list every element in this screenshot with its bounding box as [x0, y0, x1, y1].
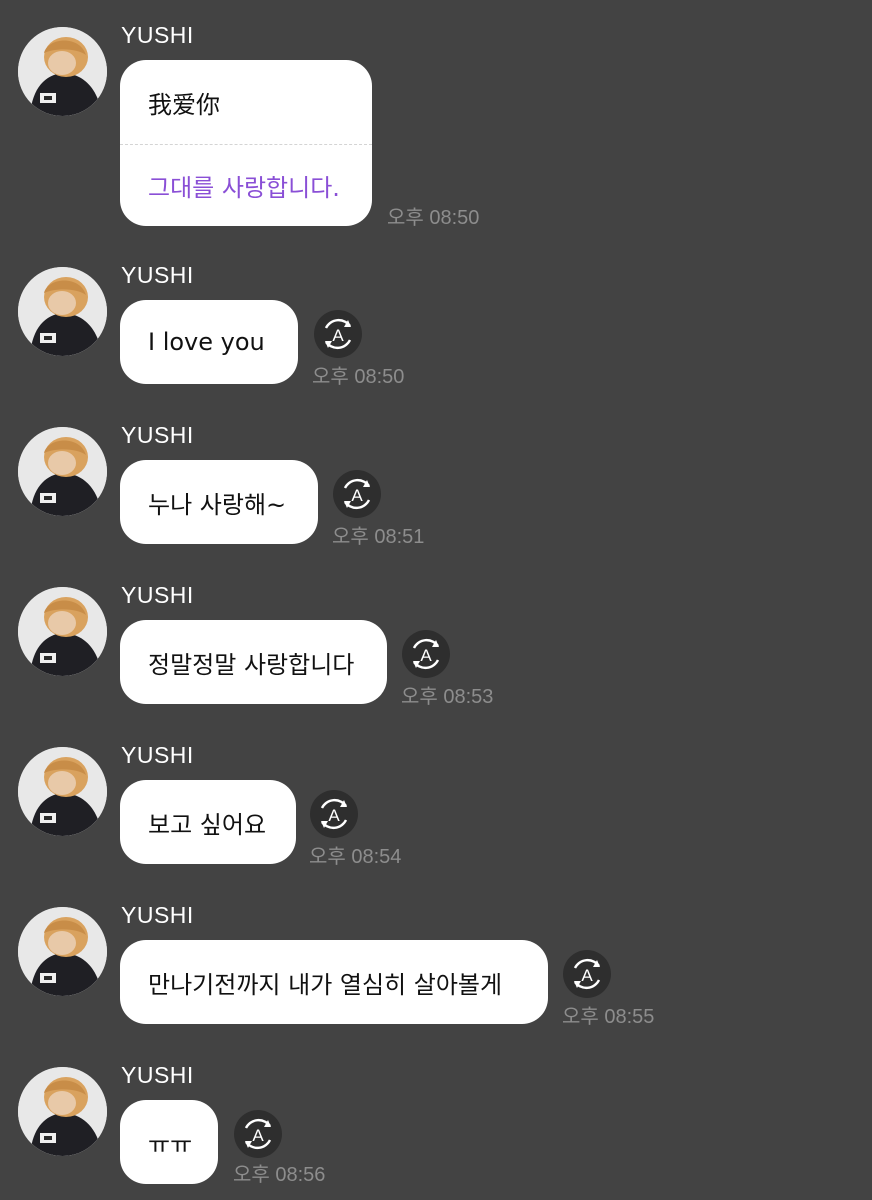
avatar[interactable]: [18, 27, 107, 116]
translated-text: 그대를 사랑합니다.: [148, 174, 340, 202]
message-bubble[interactable]: 정말정말 사랑합니다: [120, 620, 387, 704]
svg-text:A: A: [252, 1126, 264, 1145]
message-text: 보고 싶어요: [148, 810, 267, 839]
svg-text:A: A: [420, 646, 432, 665]
message-timestamp: 오후 08:50: [312, 366, 405, 388]
message-timestamp: 오후 08:50: [387, 207, 480, 229]
avatar[interactable]: [18, 427, 107, 516]
message-bubble[interactable]: 보고 싶어요: [120, 780, 296, 864]
sender-name: YUSHI: [121, 262, 194, 288]
avatar[interactable]: [18, 747, 107, 836]
sender-name: YUSHI: [121, 22, 194, 48]
sender-name: YUSHI: [121, 742, 194, 768]
avatar[interactable]: [18, 267, 107, 356]
message-bubble[interactable]: I love you: [120, 300, 298, 384]
svg-text:A: A: [332, 326, 344, 345]
message-timestamp: 오후 08:54: [309, 846, 402, 868]
svg-text:A: A: [328, 806, 340, 825]
sender-name: YUSHI: [121, 422, 194, 448]
avatar[interactable]: [18, 907, 107, 996]
message-text: 만나기전까지 내가 열심히 살아볼게: [148, 970, 503, 999]
svg-text:A: A: [351, 486, 363, 505]
message-bubble[interactable]: ㅠㅠ: [120, 1100, 218, 1184]
svg-text:A: A: [581, 966, 593, 985]
translate-icon[interactable]: A: [234, 1110, 282, 1158]
message-bubble[interactable]: 我爱你 그대를 사랑합니다.: [120, 60, 372, 226]
message-timestamp: 오후 08:53: [401, 686, 494, 708]
sender-name: YUSHI: [121, 582, 194, 608]
sender-name: YUSHI: [121, 1062, 194, 1088]
translate-icon[interactable]: A: [314, 310, 362, 358]
translate-icon[interactable]: A: [402, 630, 450, 678]
translate-icon[interactable]: A: [333, 470, 381, 518]
message-text: 我爱你: [148, 90, 220, 119]
translate-icon[interactable]: A: [310, 790, 358, 838]
message-text: 정말정말 사랑합니다: [148, 650, 355, 679]
message-timestamp: 오후 08:56: [233, 1164, 326, 1186]
sender-name: YUSHI: [121, 902, 194, 928]
message-timestamp: 오후 08:51: [332, 526, 425, 548]
message-timestamp: 오후 08:55: [562, 1006, 655, 1028]
translate-icon[interactable]: A: [563, 950, 611, 998]
message-text: ㅠㅠ: [148, 1130, 193, 1159]
message-bubble[interactable]: 만나기전까지 내가 열심히 살아볼게: [120, 940, 548, 1024]
message-text: 누나 사랑해~: [148, 490, 287, 519]
avatar[interactable]: [18, 1067, 107, 1156]
message-bubble[interactable]: 누나 사랑해~: [120, 460, 318, 544]
avatar[interactable]: [18, 587, 107, 676]
message-text: I love you: [148, 328, 265, 356]
